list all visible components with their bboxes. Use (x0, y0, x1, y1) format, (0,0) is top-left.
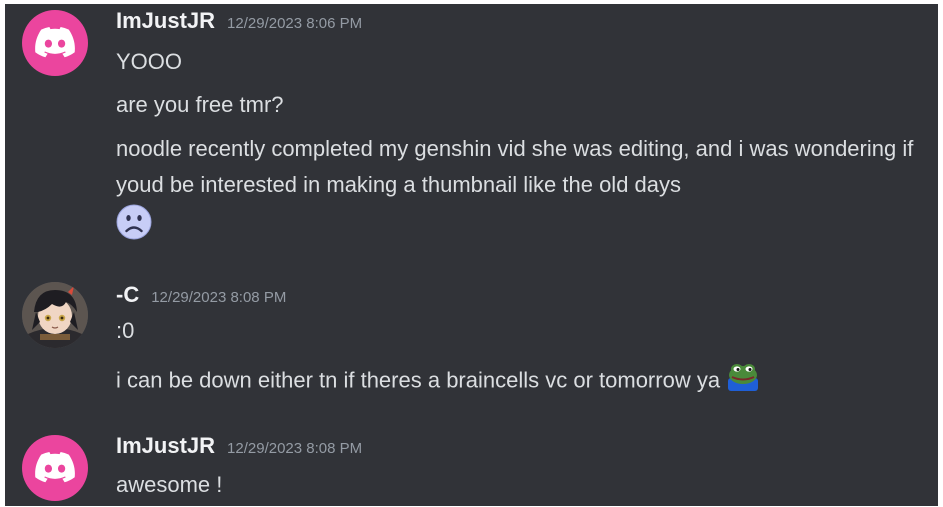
message-text: YOOO (116, 49, 183, 74)
avatar[interactable] (22, 282, 88, 348)
message-header: ImJustJR 12/29/2023 8:06 PM (116, 8, 362, 34)
username[interactable]: ImJustJR (116, 8, 215, 33)
message-text: :0 (116, 318, 135, 343)
message-text: awesome ! (116, 472, 223, 497)
avatar[interactable] (22, 10, 88, 76)
username[interactable]: ImJustJR (116, 433, 215, 458)
pepe-frog-emoji[interactable] (726, 360, 760, 403)
username[interactable]: -C (116, 282, 139, 307)
chat-panel: ImJustJR 12/29/2023 8:06 PM YOOO are you … (5, 4, 938, 506)
anime-character-avatar (22, 282, 88, 348)
timestamp[interactable]: 12/29/2023 8:06 PM (227, 15, 362, 32)
message-text: noodle recently completed my genshin vid… (116, 136, 914, 197)
discord-logo-icon (35, 27, 75, 58)
message-text: are you free tmr? (116, 92, 284, 117)
discord-logo-icon (35, 452, 75, 483)
message-text-content: i can be down either tn if theres a brai… (116, 367, 721, 393)
message-text: i can be down either tn if theres a brai… (116, 360, 760, 403)
avatar[interactable] (22, 435, 88, 501)
message-header: ImJustJR 12/29/2023 8:08 PM (116, 433, 362, 459)
message-header: -C 12/29/2023 8:08 PM (116, 282, 286, 308)
frowning-face-emoji[interactable] (116, 204, 152, 240)
timestamp[interactable]: 12/29/2023 8:08 PM (151, 289, 286, 306)
timestamp[interactable]: 12/29/2023 8:08 PM (227, 440, 362, 457)
